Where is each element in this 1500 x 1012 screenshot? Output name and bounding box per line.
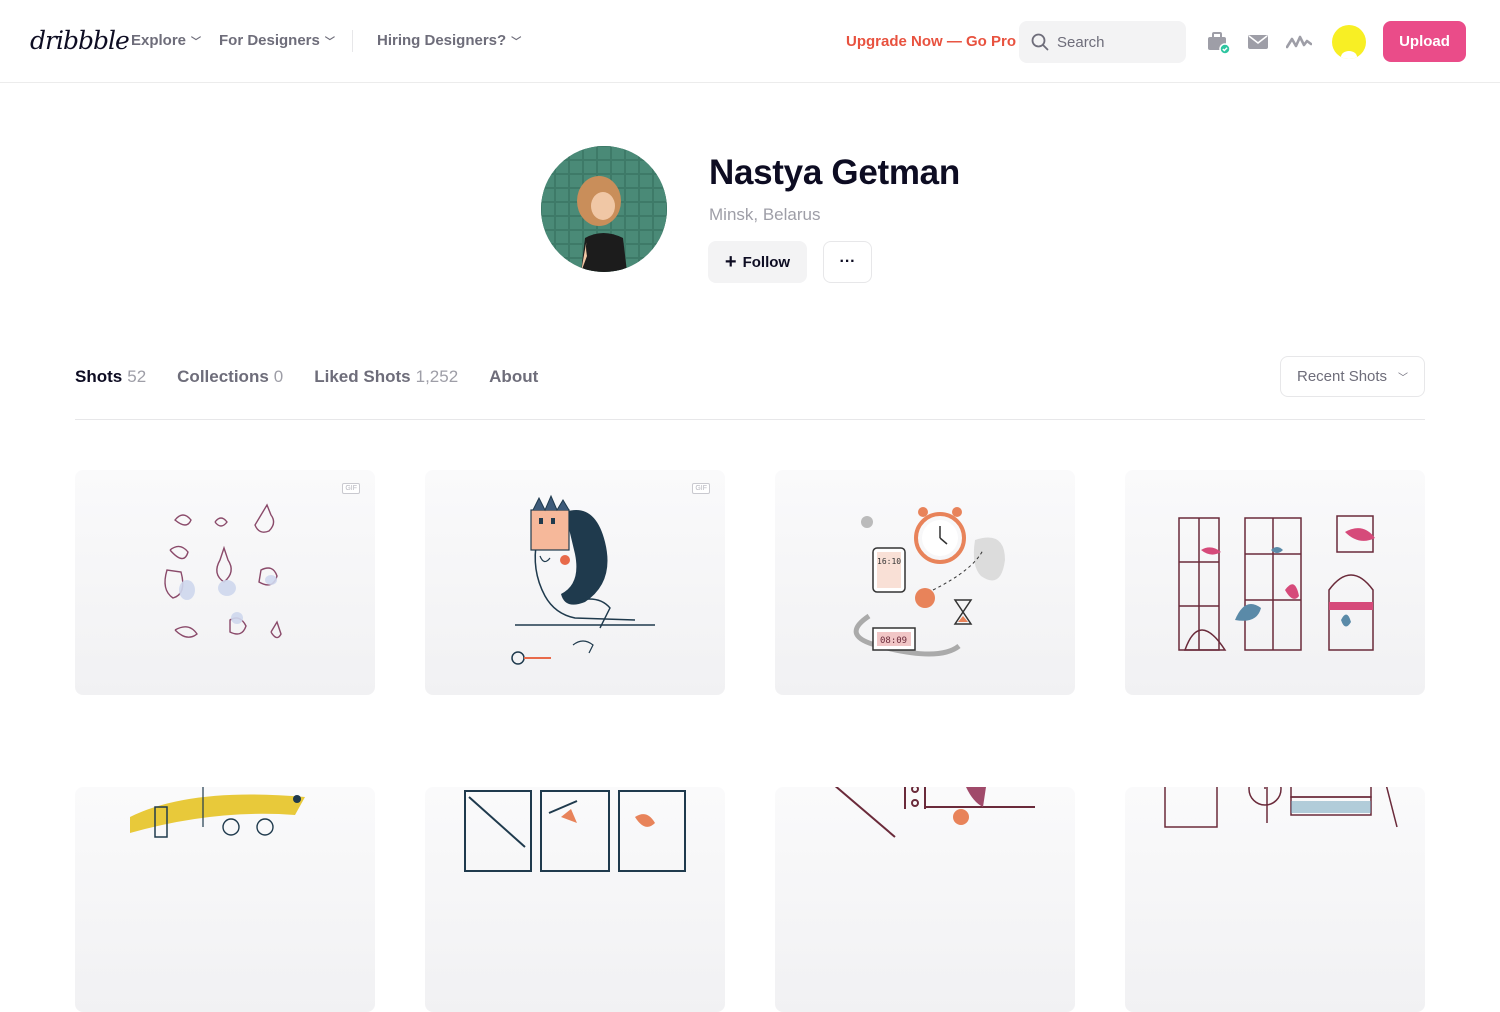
- gif-badge: GIF: [342, 483, 360, 494]
- mail-icon[interactable]: [1245, 30, 1271, 54]
- tabs-divider: [75, 419, 1425, 420]
- chevron-down-icon: ﹀: [191, 37, 202, 48]
- nav-for-designers[interactable]: For Designers ﹀: [219, 32, 335, 49]
- shelf-with-clock-illustration: [1164, 787, 1398, 828]
- chevron-down-icon: ﹀: [324, 37, 335, 48]
- tab-liked-shots-count: 1,252: [415, 367, 459, 386]
- hand-and-door-illustration: [834, 787, 1035, 838]
- tab-collections-label: Collections: [177, 367, 269, 386]
- follow-label: Follow: [742, 253, 791, 271]
- alarm-time-label: 08:09: [880, 636, 907, 646]
- tab-shots[interactable]: Shots 52: [75, 367, 146, 387]
- nav-explore-label: Explore: [131, 32, 187, 49]
- chevron-down-icon: ﹀: [1398, 373, 1408, 384]
- shot-card[interactable]: 16:10 08:09: [775, 470, 1075, 695]
- tab-shots-count: 52: [127, 367, 147, 386]
- tab-collections-count: 0: [273, 367, 284, 386]
- comic-panels-illustration: [464, 790, 686, 872]
- girl-dreaming-illustration: [511, 494, 655, 665]
- upgrade-link[interactable]: Upgrade Now — Go Pro: [846, 33, 1016, 50]
- follow-button[interactable]: + Follow: [708, 241, 807, 283]
- lighthouse-illustration: [130, 787, 305, 838]
- tab-about[interactable]: About: [489, 367, 538, 387]
- gif-badge: GIF: [692, 483, 710, 494]
- nav-hiring-designers[interactable]: Hiring Designers? ﹀: [377, 32, 521, 49]
- shot-card[interactable]: [1125, 470, 1425, 695]
- shot-card[interactable]: GIF: [425, 470, 725, 695]
- tab-liked-shots-label: Liked Shots: [314, 367, 411, 386]
- plus-icon: +: [724, 251, 737, 273]
- sort-dropdown[interactable]: Recent Shots ﹀: [1280, 356, 1425, 397]
- animal-doodles-illustration: [164, 503, 282, 639]
- shot-card[interactable]: [1125, 787, 1425, 1012]
- search-icon: [1031, 33, 1049, 51]
- activity-icon[interactable]: [1286, 30, 1312, 54]
- tab-liked-shots[interactable]: Liked Shots 1,252: [314, 367, 458, 387]
- search-box[interactable]: [1019, 21, 1186, 63]
- profile-location: Minsk, Belarus: [709, 205, 821, 224]
- windows-birds-illustration: [1178, 515, 1375, 651]
- sort-dropdown-value: Recent Shots: [1297, 368, 1388, 385]
- watch-time-label: 16:10: [877, 557, 901, 566]
- search-input[interactable]: [1057, 33, 1177, 51]
- shot-card[interactable]: [425, 787, 725, 1012]
- top-navigation-bar: dribbble Explore ﹀ For Designers ﹀ Hirin…: [0, 0, 1500, 83]
- dribbble-logo[interactable]: dribbble: [30, 26, 130, 55]
- nav-divider: [352, 30, 353, 52]
- user-avatar[interactable]: [1332, 25, 1366, 59]
- nav-hiring-designers-label: Hiring Designers?: [377, 32, 507, 49]
- more-options-button[interactable]: ···: [823, 241, 872, 283]
- tab-shots-label: Shots: [75, 367, 123, 386]
- shot-card[interactable]: [775, 787, 1075, 1012]
- shot-card[interactable]: GIF: [75, 470, 375, 695]
- nav-for-designers-label: For Designers: [219, 32, 320, 49]
- profile-name: Nastya Getman: [709, 153, 960, 192]
- profile-avatar: [541, 146, 667, 272]
- tab-about-label: About: [489, 367, 539, 386]
- time-objects-illustration: 16:10 08:09: [853, 507, 1005, 657]
- nav-explore[interactable]: Explore ﹀: [131, 32, 201, 49]
- tab-collections[interactable]: Collections 0: [177, 367, 283, 387]
- shot-card[interactable]: [75, 787, 375, 1012]
- upload-button[interactable]: Upload: [1383, 21, 1466, 62]
- profile-tabs: Shots 52 Collections 0 Liked Shots 1,252…: [75, 367, 538, 387]
- briefcase-icon[interactable]: [1205, 30, 1231, 54]
- chevron-down-icon: ﹀: [511, 37, 522, 48]
